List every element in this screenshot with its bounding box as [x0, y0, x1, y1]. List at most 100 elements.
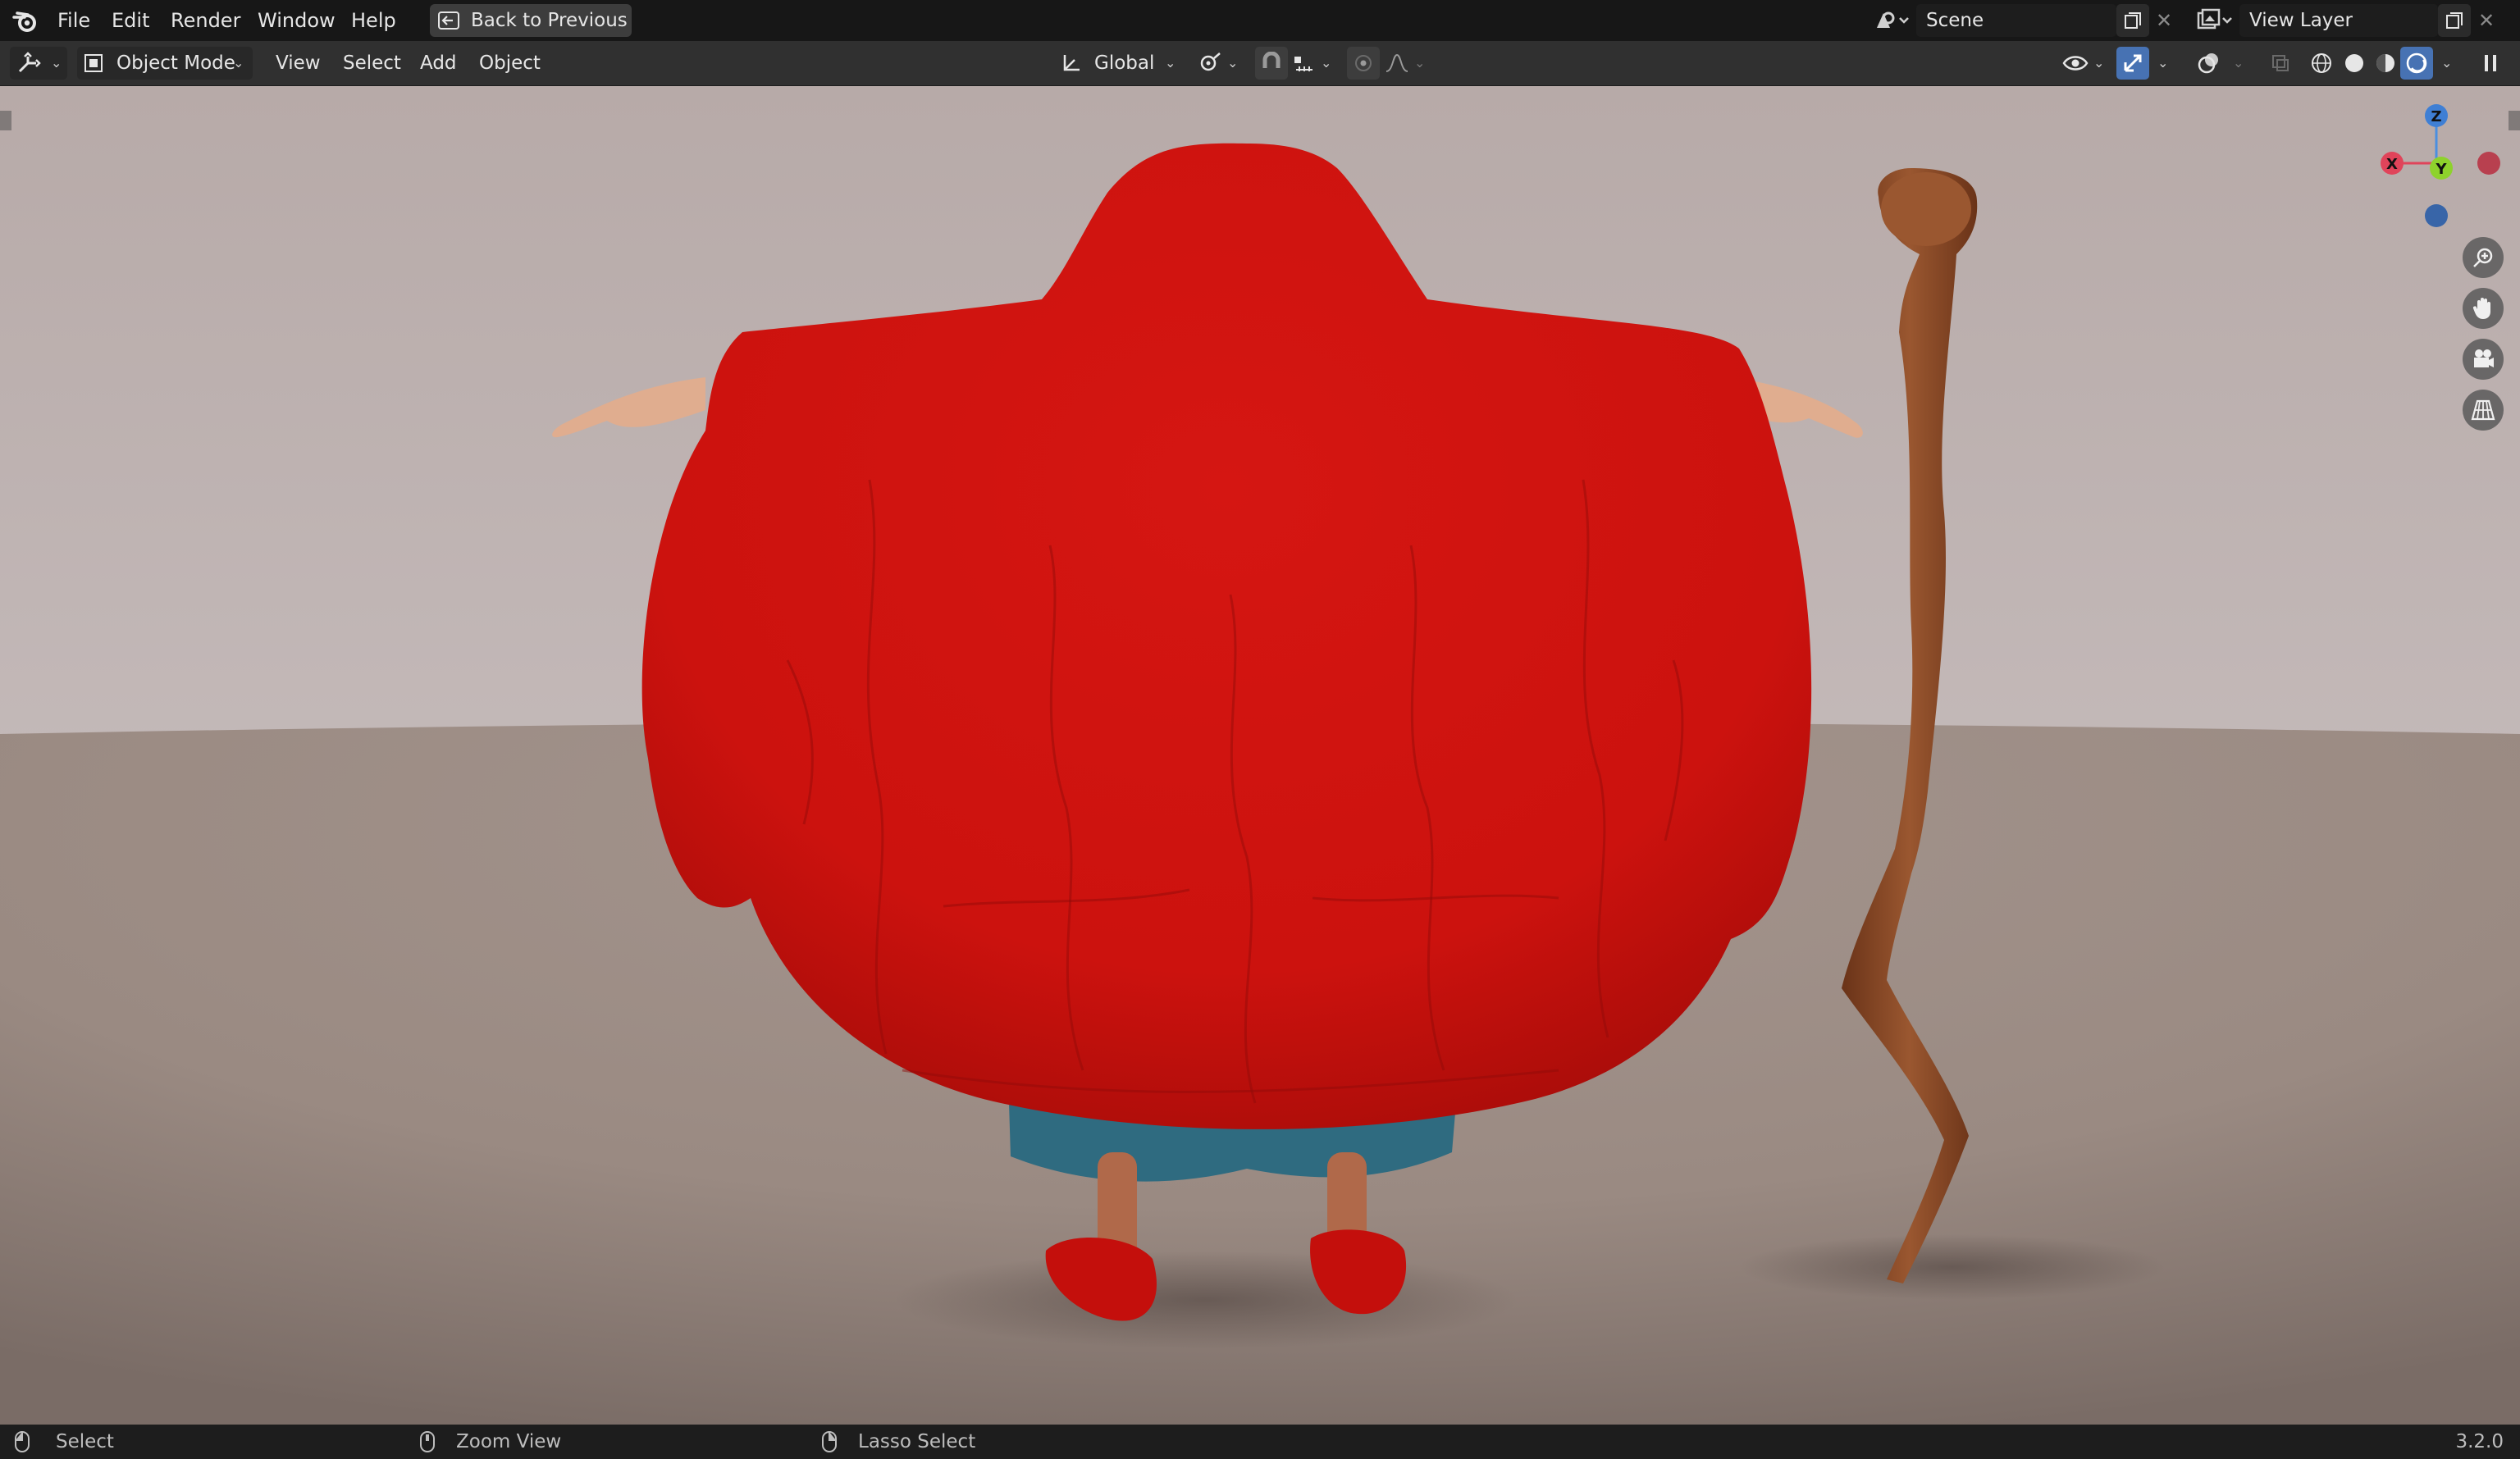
render-preview[interactable]: [0, 86, 2520, 1425]
sidebar-expand-arrow[interactable]: [2509, 111, 2520, 130]
duplicate-icon: [2125, 12, 2141, 29]
xray-icon: [2272, 55, 2289, 71]
new-scene-button[interactable]: [2116, 4, 2149, 37]
snap-toggle[interactable]: [1255, 47, 1288, 80]
snap-increment-icon: [1294, 57, 1312, 71]
blender-logo-icon[interactable]: [11, 7, 39, 34]
scene-type-icon[interactable]: [1872, 7, 1911, 34]
snap-target-dropdown[interactable]: ⌄: [1290, 47, 1335, 80]
menu-object[interactable]: Object: [479, 41, 541, 85]
perspective-toggle-button[interactable]: [2463, 390, 2504, 431]
falloff-dropdown[interactable]: ⌄: [1381, 47, 1427, 80]
pivot-point-dropdown[interactable]: ⌄: [1194, 47, 1242, 80]
overlay-chevron-icon[interactable]: ⌄: [2233, 47, 2244, 80]
pivot-icon: [1200, 52, 1221, 71]
chevron-down-icon: ⌄: [1165, 55, 1176, 71]
object-mode-icon: [84, 54, 103, 72]
visibility-icon: [2062, 56, 2089, 71]
pause-icon: [2485, 55, 2496, 71]
zoom-icon: [2473, 248, 2493, 267]
scene-close-icon[interactable]: ✕: [2153, 4, 2175, 37]
top-bar: File Edit Render Window Help Back to Pre…: [0, 0, 2520, 41]
menu-help[interactable]: Help: [351, 0, 396, 41]
back-button-label: Back to Previous: [471, 10, 628, 31]
chevron-down-icon: ⌄: [1414, 55, 1426, 71]
gizmo-toggle[interactable]: [2116, 47, 2149, 80]
chevron-down-icon: ⌄: [1227, 55, 1239, 71]
status-bar: Select Zoom View Lasso Select 3.2.0: [0, 1425, 2520, 1459]
gizmo-chevron-icon[interactable]: ⌄: [2157, 47, 2168, 80]
gizmo-neg-z-axis[interactable]: [2425, 204, 2448, 227]
snap-icon: [1262, 52, 1281, 68]
back-to-previous-button[interactable]: Back to Previous: [430, 4, 632, 37]
menu-window[interactable]: Window: [258, 0, 336, 41]
chevron-down-icon: ⌄: [51, 55, 62, 71]
solid-shading-icon: [2345, 54, 2363, 72]
back-arrow-icon: [438, 11, 459, 30]
menu-select[interactable]: Select: [343, 41, 401, 85]
rendered-shading-icon: [2406, 52, 2427, 74]
camera-view-button[interactable]: [2463, 339, 2504, 380]
scene-label: Scene: [1926, 10, 1984, 31]
mouse-middle-icon: [420, 1431, 435, 1452]
proportional-edit-toggle[interactable]: [1347, 47, 1380, 80]
status-select-label: Select: [56, 1431, 114, 1452]
view-layer-icon[interactable]: [2195, 7, 2235, 34]
version-label: 3.2.0: [2455, 1431, 2504, 1452]
visibility-dropdown[interactable]: ⌄: [2059, 47, 2108, 80]
mouse-right-icon: [822, 1431, 837, 1452]
menu-render[interactable]: Render: [171, 0, 240, 41]
wireframe-shading-button[interactable]: [2305, 47, 2338, 80]
menu-view[interactable]: View: [276, 41, 321, 85]
view-layer-close-icon[interactable]: ✕: [2476, 4, 2497, 37]
material-shading-button[interactable]: [2369, 47, 2402, 80]
camera-icon: [2474, 349, 2494, 367]
menu-edit[interactable]: Edit: [112, 0, 149, 41]
staff-knob: [1881, 172, 1971, 246]
object-mode-label: Object Mode: [116, 52, 235, 74]
orientation-label: Global: [1094, 52, 1155, 74]
editor-type-button[interactable]: ⌄: [10, 47, 67, 80]
solid-shading-button[interactable]: [2338, 47, 2371, 80]
chevron-down-icon: ⌄: [2093, 55, 2105, 71]
toolbar-expand-arrow[interactable]: [0, 111, 11, 130]
xray-toggle[interactable]: [2264, 47, 2297, 80]
hand-pan-icon: [2472, 298, 2490, 319]
menu-file[interactable]: File: [57, 0, 90, 41]
gizmo-z-label: Z: [2431, 108, 2441, 125]
mouse-left-icon: [15, 1431, 30, 1452]
duplicate-icon: [2446, 12, 2463, 29]
staff-shadow: [1739, 1234, 2166, 1300]
pan-button[interactable]: [2463, 288, 2504, 329]
perspective-grid-icon: [2471, 399, 2495, 421]
object-mode-dropdown[interactable]: Object Mode ⌄: [77, 47, 253, 80]
falloff-curve-icon: [1386, 53, 1408, 72]
gizmo-icon: [2124, 54, 2142, 72]
new-view-layer-button[interactable]: [2438, 4, 2471, 37]
viewport-header: ⌄ Object Mode ⌄ View Select Add Object G…: [0, 41, 2520, 86]
character-shadow: [894, 1251, 1518, 1349]
transform-orientation-dropdown[interactable]: Global ⌄: [1053, 47, 1183, 80]
material-shading-icon: [2376, 54, 2394, 72]
navigation-gizmo[interactable]: Z X Y: [2362, 98, 2510, 245]
chevron-down-icon: ⌄: [233, 55, 244, 71]
proportional-icon: [1355, 55, 1372, 71]
rendered-shading-button[interactable]: [2400, 47, 2433, 80]
toggle-sidebar-button[interactable]: [2474, 47, 2507, 80]
wireframe-shading-icon: [2312, 53, 2331, 73]
3d-viewport[interactable]: Z X Y: [0, 86, 2520, 1425]
chevron-down-icon: ⌄: [1321, 55, 1332, 71]
status-lasso-label: Lasso Select: [858, 1431, 976, 1452]
menu-add[interactable]: Add: [420, 41, 457, 85]
editor-type-icon: [18, 52, 41, 73]
shading-chevron-icon[interactable]: ⌄: [2441, 47, 2452, 80]
gizmo-y-label: Y: [2435, 161, 2447, 178]
orientation-icon: [1063, 55, 1080, 71]
zoom-button[interactable]: [2463, 237, 2504, 278]
status-zoom-label: Zoom View: [456, 1431, 562, 1452]
gizmo-x-label: X: [2386, 156, 2398, 173]
overlay-toggle[interactable]: [2192, 47, 2225, 80]
scene-field[interactable]: Scene: [1916, 4, 2116, 37]
gizmo-neg-x-axis[interactable]: [2477, 152, 2500, 175]
view-layer-field[interactable]: View Layer: [2239, 4, 2438, 37]
